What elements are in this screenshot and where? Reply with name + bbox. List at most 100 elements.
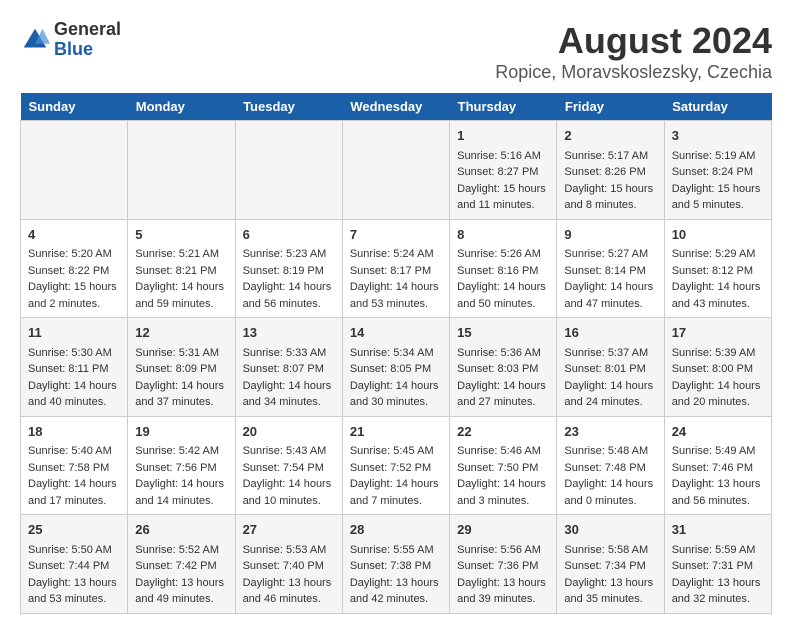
day-info: and 43 minutes. [672, 296, 764, 313]
day-info: Sunrise: 5:48 AM [564, 443, 656, 460]
calendar-cell: 6Sunrise: 5:23 AMSunset: 8:19 PMDaylight… [235, 219, 342, 318]
day-info: and 46 minutes. [243, 591, 335, 608]
day-info: and 47 minutes. [564, 296, 656, 313]
calendar-cell: 21Sunrise: 5:45 AMSunset: 7:52 PMDayligh… [342, 416, 449, 515]
day-number: 12 [135, 323, 227, 343]
day-info: Sunset: 8:27 PM [457, 164, 549, 181]
day-info: Daylight: 14 hours [350, 279, 442, 296]
logo-icon [20, 25, 50, 55]
day-info: Sunset: 8:19 PM [243, 263, 335, 280]
day-info: Sunset: 8:24 PM [672, 164, 764, 181]
day-info: Sunrise: 5:21 AM [135, 246, 227, 263]
day-number: 26 [135, 520, 227, 540]
day-info: and 40 minutes. [28, 394, 120, 411]
day-info: Sunset: 8:14 PM [564, 263, 656, 280]
day-number: 31 [672, 520, 764, 540]
day-info: Sunrise: 5:31 AM [135, 345, 227, 362]
calendar-cell [342, 121, 449, 220]
day-number: 27 [243, 520, 335, 540]
day-info: Daylight: 14 hours [243, 476, 335, 493]
calendar-cell: 5Sunrise: 5:21 AMSunset: 8:21 PMDaylight… [128, 219, 235, 318]
day-info: Daylight: 14 hours [564, 378, 656, 395]
day-number: 14 [350, 323, 442, 343]
day-info: Sunset: 7:36 PM [457, 558, 549, 575]
calendar-cell: 17Sunrise: 5:39 AMSunset: 8:00 PMDayligh… [664, 318, 771, 417]
day-info: Sunset: 8:22 PM [28, 263, 120, 280]
week-row-4: 18Sunrise: 5:40 AMSunset: 7:58 PMDayligh… [21, 416, 772, 515]
day-info: Sunset: 7:48 PM [564, 460, 656, 477]
col-header-tuesday: Tuesday [235, 93, 342, 121]
day-number: 24 [672, 422, 764, 442]
day-info: Daylight: 14 hours [457, 476, 549, 493]
col-header-sunday: Sunday [21, 93, 128, 121]
day-info: and 17 minutes. [28, 493, 120, 510]
day-number: 22 [457, 422, 549, 442]
day-info: Sunrise: 5:20 AM [28, 246, 120, 263]
day-info: Sunrise: 5:46 AM [457, 443, 549, 460]
day-number: 16 [564, 323, 656, 343]
calendar-cell: 25Sunrise: 5:50 AMSunset: 7:44 PMDayligh… [21, 515, 128, 614]
week-row-5: 25Sunrise: 5:50 AMSunset: 7:44 PMDayligh… [21, 515, 772, 614]
calendar-cell: 18Sunrise: 5:40 AMSunset: 7:58 PMDayligh… [21, 416, 128, 515]
day-info: Sunset: 8:05 PM [350, 361, 442, 378]
day-info: Sunset: 7:54 PM [243, 460, 335, 477]
day-number: 6 [243, 225, 335, 245]
day-info: Sunset: 7:44 PM [28, 558, 120, 575]
day-info: Sunset: 7:46 PM [672, 460, 764, 477]
col-header-wednesday: Wednesday [342, 93, 449, 121]
day-number: 29 [457, 520, 549, 540]
day-info: Sunset: 8:21 PM [135, 263, 227, 280]
col-header-monday: Monday [128, 93, 235, 121]
day-info: Sunrise: 5:50 AM [28, 542, 120, 559]
day-number: 30 [564, 520, 656, 540]
day-info: Sunset: 8:07 PM [243, 361, 335, 378]
day-info: Sunrise: 5:53 AM [243, 542, 335, 559]
day-info: and 49 minutes. [135, 591, 227, 608]
day-number: 20 [243, 422, 335, 442]
day-info: and 50 minutes. [457, 296, 549, 313]
day-info: Daylight: 14 hours [350, 378, 442, 395]
calendar-cell: 4Sunrise: 5:20 AMSunset: 8:22 PMDaylight… [21, 219, 128, 318]
calendar-cell [128, 121, 235, 220]
day-info: Daylight: 15 hours [28, 279, 120, 296]
calendar-cell: 30Sunrise: 5:58 AMSunset: 7:34 PMDayligh… [557, 515, 664, 614]
day-info: Sunset: 8:09 PM [135, 361, 227, 378]
day-info: Daylight: 14 hours [135, 476, 227, 493]
logo-text: General Blue [54, 20, 121, 60]
main-title: August 2024 [495, 20, 772, 62]
day-number: 7 [350, 225, 442, 245]
day-info: Daylight: 13 hours [135, 575, 227, 592]
day-info: Sunrise: 5:40 AM [28, 443, 120, 460]
calendar-cell: 16Sunrise: 5:37 AMSunset: 8:01 PMDayligh… [557, 318, 664, 417]
logo-blue: Blue [54, 40, 121, 60]
calendar-cell: 24Sunrise: 5:49 AMSunset: 7:46 PMDayligh… [664, 416, 771, 515]
day-number: 9 [564, 225, 656, 245]
day-info: Sunset: 8:16 PM [457, 263, 549, 280]
day-info: and 30 minutes. [350, 394, 442, 411]
day-info: Sunrise: 5:26 AM [457, 246, 549, 263]
day-number: 17 [672, 323, 764, 343]
day-info: Sunrise: 5:43 AM [243, 443, 335, 460]
day-number: 5 [135, 225, 227, 245]
day-info: Sunset: 8:26 PM [564, 164, 656, 181]
day-info: and 56 minutes. [243, 296, 335, 313]
day-info: Sunset: 7:56 PM [135, 460, 227, 477]
day-info: and 0 minutes. [564, 493, 656, 510]
calendar-cell: 28Sunrise: 5:55 AMSunset: 7:38 PMDayligh… [342, 515, 449, 614]
day-info: Sunset: 8:00 PM [672, 361, 764, 378]
day-info: Sunset: 8:12 PM [672, 263, 764, 280]
day-info: Sunset: 7:42 PM [135, 558, 227, 575]
day-number: 1 [457, 126, 549, 146]
calendar-cell: 13Sunrise: 5:33 AMSunset: 8:07 PMDayligh… [235, 318, 342, 417]
day-info: Sunset: 8:03 PM [457, 361, 549, 378]
day-info: Daylight: 14 hours [135, 378, 227, 395]
subtitle: Ropice, Moravskoslezsky, Czechia [495, 62, 772, 83]
day-info: Daylight: 13 hours [350, 575, 442, 592]
calendar-cell: 10Sunrise: 5:29 AMSunset: 8:12 PMDayligh… [664, 219, 771, 318]
day-number: 10 [672, 225, 764, 245]
day-info: Daylight: 14 hours [672, 378, 764, 395]
calendar-cell: 20Sunrise: 5:43 AMSunset: 7:54 PMDayligh… [235, 416, 342, 515]
calendar-cell: 19Sunrise: 5:42 AMSunset: 7:56 PMDayligh… [128, 416, 235, 515]
day-info: and 24 minutes. [564, 394, 656, 411]
day-number: 8 [457, 225, 549, 245]
